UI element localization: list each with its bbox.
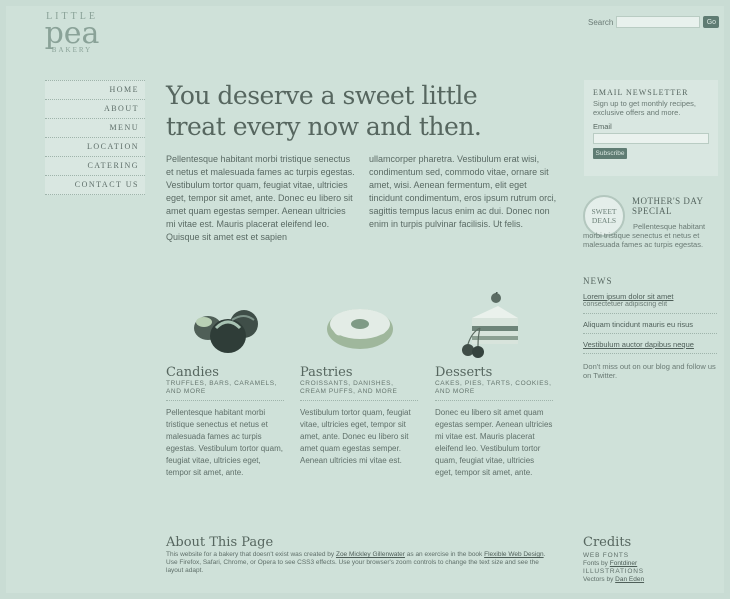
web-fonts-text: Fonts by <box>583 560 610 567</box>
email-label: Email <box>593 122 612 131</box>
news-headline-link[interactable]: Vestibulum auctor dapibus neque <box>583 340 717 349</box>
nav-item-location[interactable]: LOCATION <box>45 138 145 157</box>
page-headline: You deserve a sweet little treat every n… <box>166 81 482 141</box>
credits-title: Credits <box>583 535 632 550</box>
nav-item-menu[interactable]: MENU <box>45 119 145 138</box>
web-fonts-link[interactable]: Fontdiner <box>610 560 637 567</box>
category-title[interactable]: Pastries <box>300 366 418 380</box>
news-title: NEWS <box>583 276 613 286</box>
deal-text: Pellentesque habitant morbi tristique se… <box>583 222 706 249</box>
search-form: Search Go <box>588 16 720 28</box>
news-headline-link[interactable]: Lorem ipsum dolor sit amet <box>583 292 717 301</box>
search-input[interactable] <box>616 16 701 28</box>
bakery-logo[interactable]: LITTLE pea BAKERY <box>42 12 102 55</box>
nav-item-about[interactable]: ABOUT <box>45 100 145 119</box>
category-pastries: Pastries CROISSANTS, DANISHES, CREAM PUF… <box>300 366 418 467</box>
category-title[interactable]: Desserts <box>435 366 553 380</box>
newsletter-title: EMAIL NEWSLETTER <box>593 88 689 97</box>
search-label: Search <box>588 17 614 27</box>
category-desserts: Desserts CAKES, PIES, TARTS, COOKIES, AN… <box>435 366 553 479</box>
category-subtitle: TRUFFLES, BARS, CARAMELS, AND MORE <box>166 380 284 401</box>
intro-column-2: ullamcorper pharetra. Vestibulum erat wi… <box>369 154 557 229</box>
web-fonts-label: WEB FONTS <box>583 552 629 559</box>
candies-image <box>194 310 258 353</box>
illustrations-text: Vectors by <box>583 576 616 583</box>
news-headline-link[interactable]: Aliquam tincidunt mauris eu risus <box>583 320 717 329</box>
nav-item-home[interactable]: HOME <box>45 81 145 100</box>
about-text: This website for a bakery that doesn't e… <box>166 551 556 575</box>
category-body: Vestibulum tortor quam, feugiat vitae, u… <box>300 408 411 465</box>
news-subtext: consectetuer adipiscing elit <box>583 301 668 308</box>
illustrations-link[interactable]: Dan Eden <box>615 576 644 583</box>
about-text-part: as an exercise in the book <box>404 551 485 558</box>
email-field[interactable] <box>593 133 709 144</box>
credits-list: WEB FONTS Fonts by Fontdiner ILLUSTRATIO… <box>583 552 717 584</box>
subscribe-button[interactable]: Subscribe <box>593 148 627 159</box>
badge-line-1: SWEET <box>591 207 617 216</box>
nav-item-contact-us[interactable]: CONTACT US <box>45 176 145 195</box>
book-link[interactable]: Flexible Web Design <box>484 551 544 558</box>
category-title[interactable]: Candies <box>166 366 284 380</box>
news-item: Lorem ipsum dolor sit amet consectetuer … <box>583 290 717 314</box>
intro-column-1: Pellentesque habitant morbi tristique se… <box>166 154 355 242</box>
category-body: Donec eu libero sit amet quam egestas se… <box>435 408 553 477</box>
news-item: Vestibulum auctor dapibus neque <box>583 338 717 354</box>
about-text-part: This website for a bakery that doesn't e… <box>166 551 336 558</box>
category-body: Pellentesque habitant morbi tristique se… <box>166 408 283 477</box>
follow-text: Don't miss out on our blog and follow us… <box>583 362 716 380</box>
news-item: Aliquam tincidunt mauris eu risus <box>583 318 717 334</box>
main-nav: HOME ABOUT MENU LOCATION CATERING CONTAC… <box>45 80 145 195</box>
newsletter-text: Sign up to get monthly recipes, exclusiv… <box>593 99 696 117</box>
nav-item-catering[interactable]: CATERING <box>45 157 145 176</box>
category-subtitle: CROISSANTS, DANISHES, CREAM PUFFS, AND M… <box>300 380 418 401</box>
desserts-image <box>462 292 518 358</box>
illustrations-label: ILLUSTRATIONS <box>583 568 644 575</box>
deal-title: MOTHER'S DAY SPECIAL <box>632 196 704 216</box>
news-list: Lorem ipsum dolor sit amet consectetuer … <box>583 290 717 358</box>
author-link[interactable]: Zoe Mickley Gillenwater <box>336 551 405 558</box>
logo-line-2: pea <box>44 16 100 51</box>
newsletter-box: EMAIL NEWSLETTER Sign up to get monthly … <box>584 80 718 176</box>
category-subtitle: CAKES, PIES, TARTS, COOKIES, AND MORE <box>435 380 553 401</box>
search-button[interactable]: Go <box>703 16 720 28</box>
pastries-image <box>327 309 393 349</box>
about-title: About This Page <box>166 535 274 550</box>
category-candies: Candies TRUFFLES, BARS, CARAMELS, AND MO… <box>166 366 284 479</box>
